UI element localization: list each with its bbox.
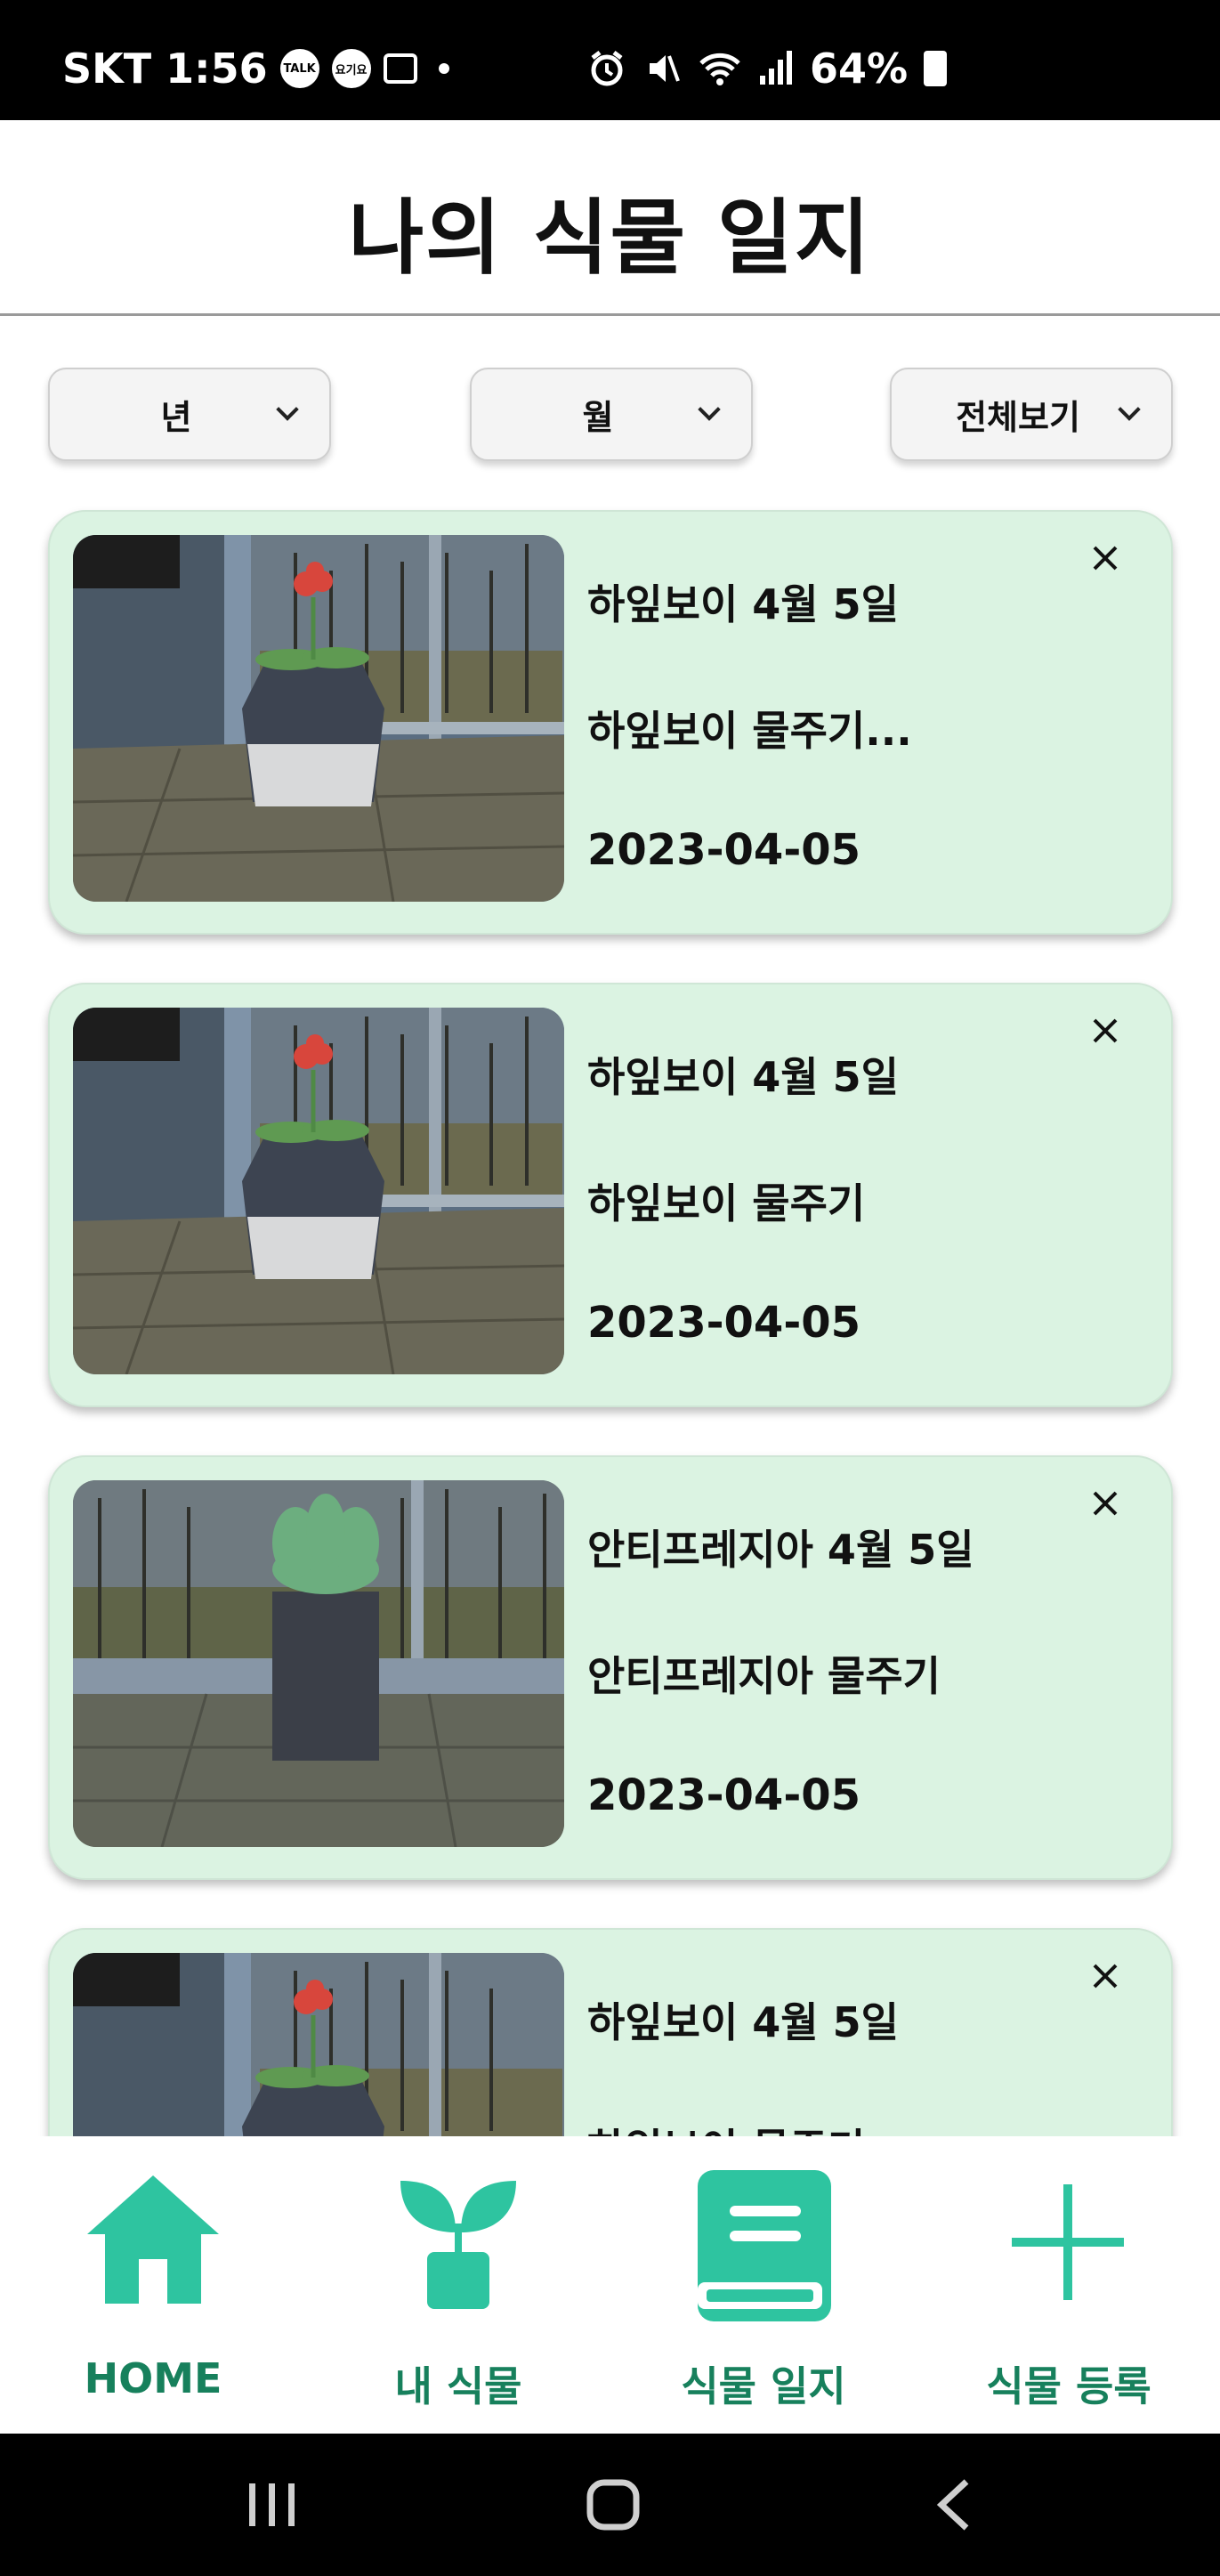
diary-entry-card[interactable]: 하잎보이 4월 5일 하잎보이 물주기 2023-04-05	[48, 983, 1173, 1407]
battery-percent: 64%	[810, 45, 909, 93]
yogiyo-icon: 요기요	[331, 49, 371, 88]
entry-title: 하잎보이 4월 5일	[587, 580, 899, 628]
wifi-icon	[699, 53, 740, 85]
plant-thumbnail	[73, 1480, 564, 1847]
entry-title: 안티프레지아 4월 5일	[587, 1526, 974, 1574]
nav-my-plants-label: 내 식물	[394, 2362, 522, 2410]
nav-plant-diary-label: 식물 일지	[681, 2362, 846, 2410]
mute-icon	[650, 55, 680, 82]
nav-home[interactable]: HOME	[20, 2136, 287, 2434]
diary-entry-card[interactable]: 안티프레지아 4월 5일 안티프레지아 물주기 2023-04-05	[48, 1455, 1173, 1880]
battery-icon	[924, 51, 948, 86]
chevron-down-icon	[1118, 398, 1141, 421]
gallery-icon	[383, 53, 417, 84]
entry-description: 하잎보이 물주기	[587, 1179, 866, 1227]
year-select[interactable]: 년	[48, 368, 331, 461]
entry-date: 2023-04-05	[587, 1770, 861, 1820]
carrier-time: SKT 1:56	[62, 45, 268, 93]
status-right: 64%	[587, 45, 948, 93]
nav-plant-diary[interactable]: 식물 일지	[630, 2136, 897, 2434]
entry-date: 2023-04-05	[587, 825, 861, 875]
entry-title: 하잎보이 4월 5일	[587, 1053, 899, 1101]
entry-date: 2023-04-05	[587, 1298, 861, 1348]
signal-icon	[760, 51, 792, 85]
nav-register-plant[interactable]: 식물 등록	[935, 2136, 1202, 2434]
nav-my-plants[interactable]: 내 식물	[325, 2136, 592, 2434]
book-icon	[698, 2170, 831, 2321]
nav-register-plant-label: 식물 등록	[986, 2362, 1151, 2410]
close-icon[interactable]	[1087, 1958, 1123, 1994]
app-header: 나의 식물 일지	[0, 120, 1220, 316]
diary-entry-card[interactable]: 하잎보이 4월 5일 하잎보이 물주기... 2023-04-05	[48, 510, 1173, 935]
chevron-down-icon	[698, 398, 721, 421]
plus-icon	[1012, 2184, 1124, 2300]
year-select-value: 년	[160, 398, 192, 437]
alarm-icon	[591, 51, 623, 86]
status-bar: SKT 1:56 TALK 요기요 64%	[0, 0, 1220, 120]
month-select-value: 월	[582, 398, 614, 437]
close-icon[interactable]	[1087, 540, 1123, 576]
nav-home-label: HOME	[84, 2354, 222, 2402]
status-left: SKT 1:56 TALK 요기요	[62, 45, 449, 93]
view-select[interactable]: 전체보기	[890, 368, 1173, 461]
entry-description: 하잎보이 물주기...	[587, 707, 912, 755]
recent-apps-icon[interactable]	[246, 2480, 299, 2530]
back-icon[interactable]	[934, 2478, 974, 2531]
plant-thumbnail	[73, 535, 564, 902]
bottom-nav: HOME 내 식물 식물 일지 식물 등록	[0, 2136, 1220, 2434]
month-select[interactable]: 월	[470, 368, 753, 461]
chevron-down-icon	[276, 398, 299, 421]
kakaotalk-icon: TALK	[279, 49, 319, 88]
sprout-icon	[400, 2181, 516, 2309]
view-select-value: 전체보기	[956, 398, 1080, 437]
close-icon[interactable]	[1087, 1486, 1123, 1521]
entry-description: 안티프레지아 물주기	[587, 1652, 941, 1700]
page-title: 나의 식물 일지	[348, 190, 872, 286]
close-icon[interactable]	[1087, 1013, 1123, 1049]
home-icon	[87, 2175, 219, 2304]
system-navigation-bar	[0, 2434, 1220, 2576]
more-notifications-icon	[438, 63, 449, 74]
home-button-icon[interactable]	[586, 2478, 641, 2531]
plant-thumbnail	[73, 1008, 564, 1374]
entry-title: 하잎보이 4월 5일	[587, 1998, 899, 2046]
